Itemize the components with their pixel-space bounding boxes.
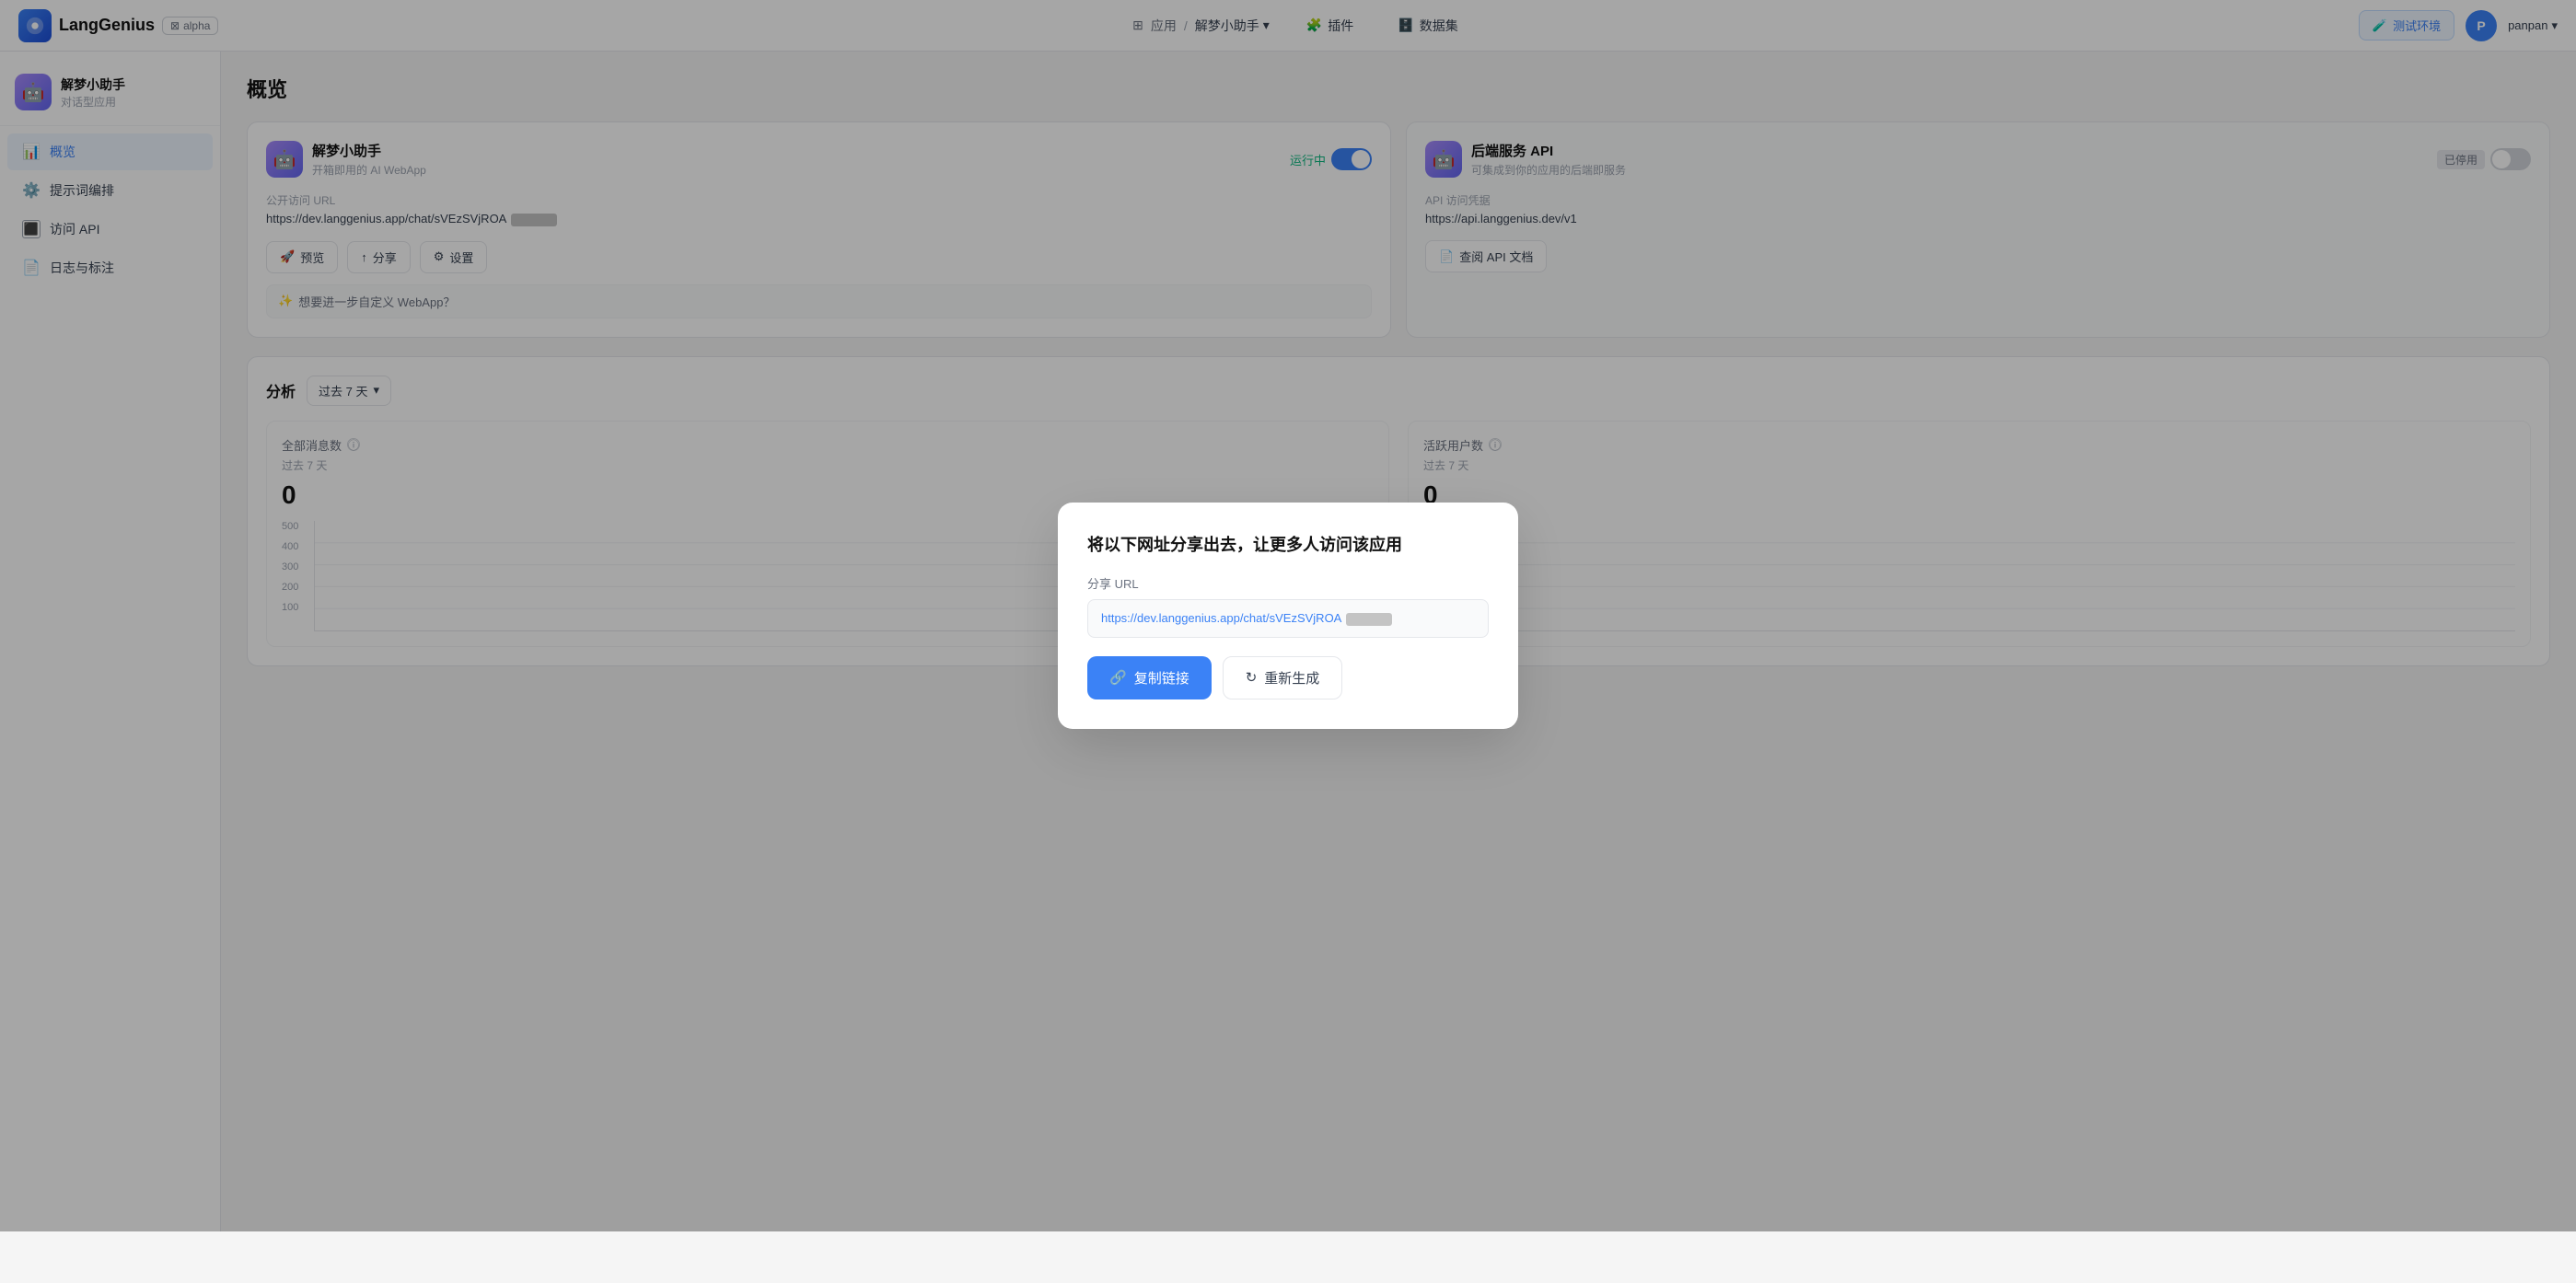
modal-actions: 🔗 复制链接 ↻ 重新生成: [1087, 656, 1489, 699]
modal-url-text: https://dev.langgenius.app/chat/sVEzSVjR…: [1101, 611, 1341, 625]
modal-title: 将以下网址分享出去，让更多人访问该应用: [1087, 532, 1489, 556]
modal-url-blur: [1346, 613, 1392, 626]
modal-url-box: https://dev.langgenius.app/chat/sVEzSVjR…: [1087, 599, 1489, 638]
modal-overlay[interactable]: 将以下网址分享出去，让更多人访问该应用 分享 URL https://dev.l…: [0, 0, 2576, 1231]
regen-label: 重新生成: [1264, 668, 1319, 688]
regen-button[interactable]: ↻ 重新生成: [1223, 656, 1343, 699]
copy-link-button[interactable]: 🔗 复制链接: [1087, 656, 1212, 699]
modal-url-label: 分享 URL: [1087, 574, 1489, 592]
refresh-icon: ↻: [1246, 669, 1258, 686]
share-modal: 将以下网址分享出去，让更多人访问该应用 分享 URL https://dev.l…: [1058, 503, 1518, 729]
copy-label: 复制链接: [1134, 668, 1189, 688]
link-icon: 🔗: [1109, 669, 1127, 686]
